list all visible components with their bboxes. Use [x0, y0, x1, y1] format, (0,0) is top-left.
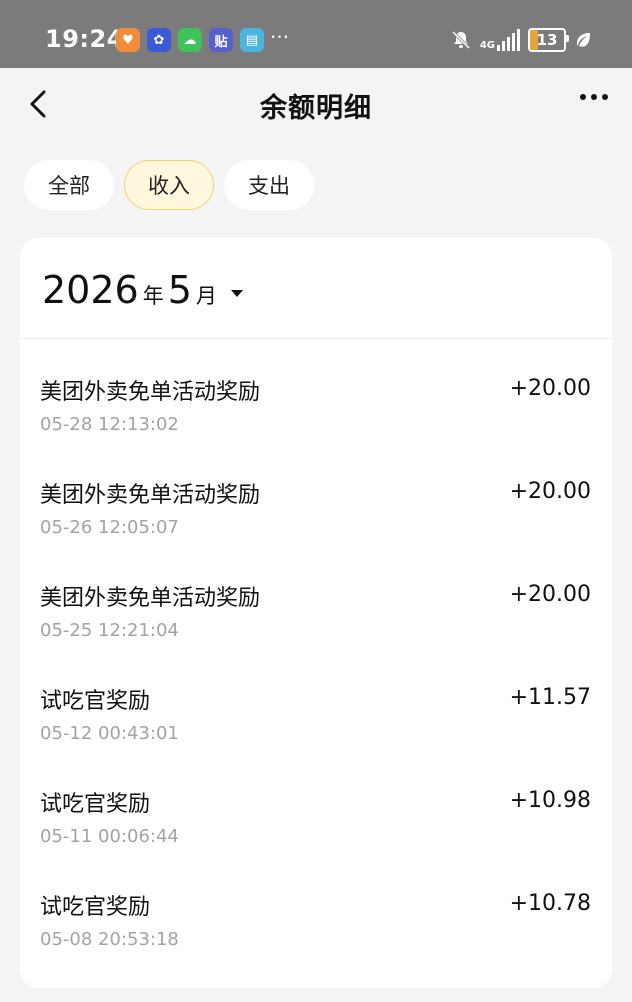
- records-list: 美团外卖免单活动奖励 05-28 12:13:02 +20.00 美团外卖免单活…: [20, 372, 612, 990]
- caret-down-icon: [230, 289, 243, 297]
- month-selector[interactable]: 2026 年 5 月: [42, 268, 243, 312]
- record-name: 试吃官奖励: [40, 689, 151, 714]
- network-type: 4G: [479, 40, 495, 51]
- divider: [20, 338, 612, 339]
- blue-app-icon: ✿: [147, 28, 171, 52]
- tab-all[interactable]: 全部: [24, 160, 114, 210]
- record-name: 试吃官奖励: [40, 895, 151, 920]
- record-name: 美团外卖免单活动奖励: [40, 586, 261, 611]
- heart-app-icon: ♥: [116, 28, 140, 52]
- record-time: 05-26 12:05:07: [40, 517, 179, 538]
- month-unit: 月: [195, 284, 217, 308]
- battery-level: 13: [536, 31, 558, 49]
- status-time: 19:24: [45, 25, 124, 53]
- notification-icons: ♥ ✿ ☁ 贴 ▤: [116, 28, 264, 52]
- record-time: 05-12 00:43:01: [40, 723, 179, 744]
- record-name: 试吃官奖励: [40, 792, 151, 817]
- nav-header: 余额明细: [0, 68, 632, 144]
- dot-icon: [580, 94, 586, 100]
- page-title: 余额明细: [260, 93, 372, 124]
- signal-indicator: 4G: [480, 29, 520, 51]
- dot-icon: [602, 94, 608, 100]
- tieba-icon: 贴: [209, 28, 233, 52]
- list-item[interactable]: 美团外卖免单活动奖励 05-25 12:21:04 +20.00: [20, 578, 612, 681]
- filter-tabs: 全部 收入 支出: [24, 160, 314, 210]
- more-notifications-icon: ···: [270, 25, 290, 49]
- month-number: 5: [167, 268, 192, 312]
- record-time: 05-28 12:13:02: [40, 414, 179, 435]
- system-indicators: 4G 13: [450, 28, 592, 52]
- record-amount: +11.57: [509, 685, 591, 710]
- list-item[interactable]: 美团外卖免单活动奖励 05-28 12:13:02 +20.00: [20, 372, 612, 475]
- list-item[interactable]: 试吃官奖励 05-11 00:06:44 +10.98: [20, 784, 612, 887]
- book-icon: ▤: [240, 28, 264, 52]
- record-time: 05-11 00:06:44: [40, 826, 179, 847]
- record-name: 美团外卖免单活动奖励: [40, 483, 261, 508]
- bell-muted-icon: [451, 30, 470, 50]
- list-item[interactable]: 试吃官奖励 05-08 20:53:18 +10.78: [20, 887, 612, 990]
- record-time: 05-08 20:53:18: [40, 929, 179, 950]
- leaf-icon: [577, 33, 590, 47]
- status-bar: 19:24 ♥ ✿ ☁ 贴 ▤ ··· 4G 13: [0, 0, 632, 68]
- month-year: 2026: [42, 268, 139, 312]
- record-amount: +20.00: [509, 479, 591, 504]
- record-amount: +20.00: [509, 582, 591, 607]
- dot-icon: [591, 94, 597, 100]
- records-card: 2026 年 5 月 美团外卖免单活动奖励 05-28 12:13:02 +20…: [20, 238, 612, 988]
- record-amount: +10.98: [509, 788, 591, 813]
- wechat-icon: ☁: [178, 28, 202, 52]
- list-item[interactable]: 美团外卖免单活动奖励 05-26 12:05:07 +20.00: [20, 475, 612, 578]
- more-options-button[interactable]: [580, 94, 608, 100]
- tab-income[interactable]: 收入: [124, 160, 214, 210]
- tab-expense[interactable]: 支出: [224, 160, 314, 210]
- battery-icon: 13: [528, 28, 569, 52]
- list-item[interactable]: 试吃官奖励 05-12 00:43:01 +11.57: [20, 681, 612, 784]
- record-name: 美团外卖免单活动奖励: [40, 380, 261, 405]
- year-unit: 年: [142, 284, 164, 308]
- record-amount: +20.00: [509, 376, 591, 401]
- signal-bars-icon: [497, 29, 520, 51]
- record-time: 05-25 12:21:04: [40, 620, 179, 641]
- record-amount: +10.78: [509, 891, 591, 916]
